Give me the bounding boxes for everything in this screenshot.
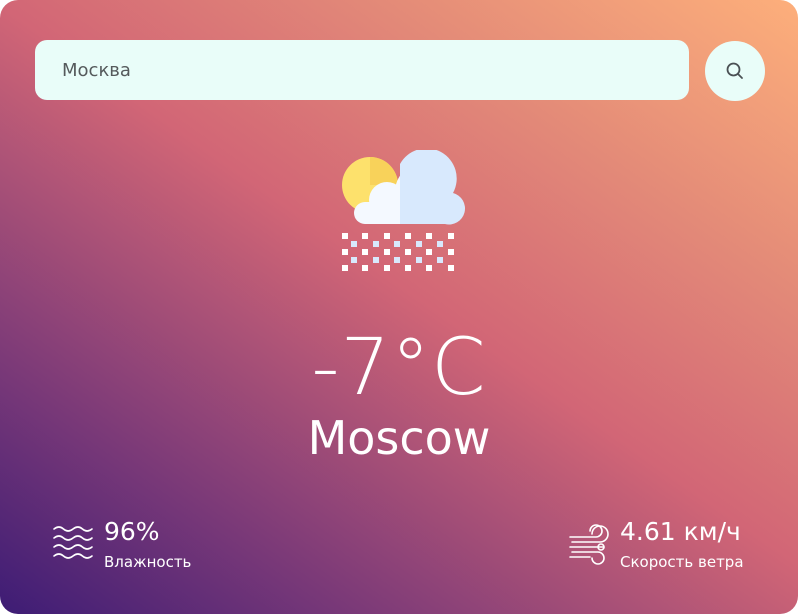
search-button[interactable]: [705, 41, 765, 101]
city-name: Moscow: [307, 411, 491, 465]
humidity-text: 96% Влажность: [104, 517, 191, 573]
wind-value: 4.61 км/ч: [620, 517, 741, 546]
weather-card: -7°C Moscow 96% Влажность: [0, 0, 798, 614]
search-input[interactable]: [60, 58, 664, 82]
humidity-label: Влажность: [104, 553, 192, 571]
wind-label: Скорость ветра: [620, 553, 744, 571]
wind-text: 4.61 км/ч Скорость ветра: [620, 517, 744, 573]
search-icon: [726, 62, 743, 79]
search-bar[interactable]: [35, 40, 689, 100]
waves-icon: [53, 526, 93, 559]
temperature: -7°C: [311, 323, 487, 413]
humidity-stat: 96% Влажность: [52, 517, 191, 573]
snow-cloud-sun-icon: [342, 150, 465, 271]
wind-icon: [569, 524, 609, 565]
wind-stat: 4.61 км/ч Скорость ветра: [568, 517, 744, 573]
humidity-value: 96%: [104, 517, 160, 546]
